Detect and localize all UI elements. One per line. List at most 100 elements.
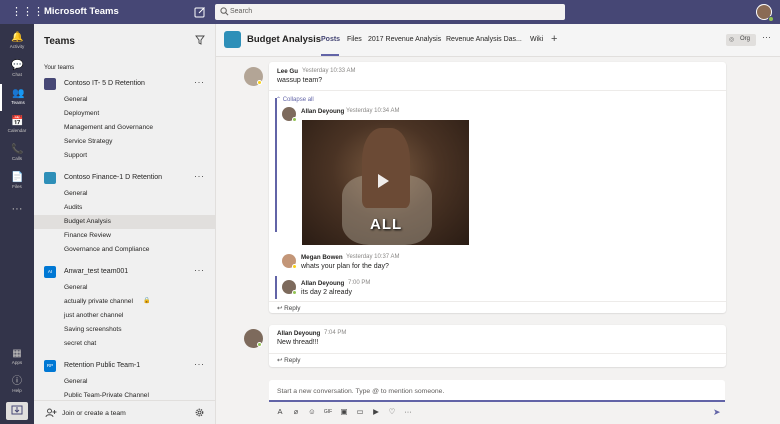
presence-away-icon — [292, 264, 297, 269]
more-options-icon[interactable]: ··· — [762, 32, 771, 42]
channel-item-selected[interactable]: Budget Analysis — [34, 215, 215, 229]
channel-item-private[interactable]: actually private channel 🔒 — [34, 295, 215, 309]
more-options-icon[interactable]: ··· — [194, 359, 205, 369]
message-timestamp: Yesterday 10:33 AM — [302, 68, 356, 74]
search-input[interactable]: Search — [230, 8, 252, 15]
more-options-icon[interactable]: ··· — [403, 407, 413, 417]
rail-more[interactable]: ··· — [0, 200, 34, 216]
rail-calls[interactable]: 📞 Calls — [0, 140, 34, 167]
calendar-icon: 📅 — [11, 116, 24, 127]
channel-item[interactable]: Saving screenshots — [34, 323, 215, 337]
rail-label: Help — [12, 388, 22, 393]
team-contoso-it[interactable]: Contoso IT- 5 D Retention ··· — [34, 76, 215, 92]
thread-indicator — [275, 276, 277, 299]
channel-item[interactable]: General — [34, 187, 215, 201]
gear-icon[interactable] — [194, 407, 205, 418]
org-button[interactable]: ◎ Org — [726, 34, 756, 46]
attach-icon[interactable]: ⌀ — [291, 407, 301, 417]
message-timestamp: Yesterday 10:37 AM — [346, 254, 400, 260]
gif-attachment[interactable]: ALL — [302, 120, 469, 245]
tab-wiki[interactable]: Wiki — [530, 36, 543, 43]
channel-name: General — [64, 190, 88, 197]
compose-input[interactable]: Start a new conversation. Type @ to ment… — [277, 388, 444, 395]
team-retention-public[interactable]: RP Retention Public Team-1 ··· — [34, 358, 215, 374]
rail-apps[interactable]: ▦ Apps — [0, 344, 34, 371]
channel-title: Budget Analysis — [247, 34, 322, 45]
chevron-up-icon: ⌃ — [276, 97, 283, 103]
rail-help[interactable]: ⓘ Help — [0, 372, 34, 399]
channel-item[interactable]: secret chat — [34, 337, 215, 351]
tab-files[interactable]: Files — [347, 36, 362, 43]
more-options-icon[interactable]: ··· — [194, 77, 205, 87]
more-options-icon[interactable]: ··· — [194, 171, 205, 181]
message-body: whats your plan for the day? — [301, 263, 389, 270]
message-timestamp: Yesterday 10:34 AM — [346, 108, 400, 114]
search-bar[interactable]: Search — [215, 4, 565, 20]
channel-name: Audits — [64, 204, 83, 211]
format-icon[interactable]: A — [275, 407, 285, 417]
rail-calendar[interactable]: 📅 Calendar — [0, 112, 34, 139]
new-chat-icon[interactable] — [194, 6, 206, 18]
stream-icon[interactable]: ▶ — [371, 407, 381, 417]
channel-item[interactable]: Governance and Compliance — [34, 243, 215, 257]
team-contoso-finance[interactable]: Contoso Finance-1 D Retention ··· — [34, 170, 215, 186]
rail-files[interactable]: 📄 Files — [0, 168, 34, 195]
help-icon: ⓘ — [12, 376, 22, 387]
channel-view: Budget Analysis Posts Files 2017 Revenue… — [216, 24, 780, 424]
rail-activity[interactable]: 🔔 Activity — [0, 28, 34, 55]
reply-button[interactable]: ↩ Reply — [277, 304, 300, 312]
conversation-thread: Allan Deyoung 7:04 PM New thread!!! ↩ Re… — [269, 325, 726, 367]
channel-item[interactable]: Audits — [34, 201, 215, 215]
add-tab-icon[interactable]: + — [551, 33, 557, 45]
rail-chat[interactable]: 💬 Chat — [0, 56, 34, 83]
reply-label: Reply — [284, 357, 301, 364]
channel-name: General — [64, 96, 88, 103]
emoji-icon[interactable]: ☺ — [307, 407, 317, 417]
channel-team-avatar — [224, 31, 241, 48]
gif-figure — [362, 128, 410, 208]
gif-icon[interactable]: GIF — [323, 407, 333, 417]
channel-item[interactable]: General — [34, 281, 215, 295]
team-avatar — [44, 172, 56, 184]
channel-name: General — [64, 284, 88, 291]
channel-item[interactable]: Management and Governance — [34, 121, 215, 135]
play-icon[interactable] — [378, 174, 389, 188]
send-icon[interactable]: ➤ — [713, 407, 721, 418]
compose-box[interactable]: Start a new conversation. Type @ to ment… — [269, 380, 725, 402]
app-launcher-icon[interactable]: ⋮⋮⋮ — [11, 6, 44, 18]
thread-indicator — [275, 98, 277, 232]
more-options-icon[interactable]: ··· — [194, 265, 205, 275]
channel-item[interactable]: Public Team-Private Channel — [34, 389, 215, 400]
join-create-team[interactable]: Join or create a team — [34, 400, 215, 424]
praise-icon[interactable]: ♡ — [387, 407, 397, 417]
rail-label: Files — [12, 184, 22, 189]
filter-icon[interactable] — [195, 35, 205, 45]
channel-item[interactable]: Finance Review — [34, 229, 215, 243]
rail-label: Teams — [11, 100, 25, 105]
sticker-icon[interactable]: ▣ — [339, 407, 349, 417]
message-timestamp: 7:00 PM — [348, 280, 371, 286]
collapse-all-link[interactable]: ⌃ Collapse all — [276, 96, 314, 103]
channel-name: Management and Governance — [64, 124, 154, 131]
tab-revenue-dashboard[interactable]: Revenue Analysis Das... — [446, 36, 522, 43]
tab-posts[interactable]: Posts — [321, 36, 340, 43]
channel-item[interactable]: General — [34, 93, 215, 107]
rail-label: Activity — [9, 44, 25, 49]
channel-item[interactable]: Service Strategy — [34, 135, 215, 149]
channel-item[interactable]: General — [34, 375, 215, 389]
tab-2017-revenue[interactable]: 2017 Revenue Analysis — [368, 36, 441, 43]
bell-icon: 🔔 — [11, 32, 24, 43]
collapse-all-label: Collapse all — [282, 97, 314, 103]
channel-name: Deployment — [64, 110, 100, 117]
team-anwar-test[interactable]: AI Anwar_test team001 ··· — [34, 264, 215, 280]
rail-teams[interactable]: 👥 Teams — [0, 84, 34, 111]
channel-item[interactable]: Deployment — [34, 107, 215, 121]
meet-now-icon[interactable]: ▭ — [355, 407, 365, 417]
reply-button[interactable]: ↩ Reply — [277, 356, 300, 364]
channel-item[interactable]: Support — [34, 149, 215, 163]
title-bar: ⋮⋮⋮ Microsoft Teams Search — [0, 0, 780, 24]
channel-item[interactable]: just another channel — [34, 309, 215, 323]
org-label: Org — [740, 36, 751, 42]
download-app-button[interactable] — [6, 402, 28, 420]
presence-available-icon — [257, 342, 262, 347]
